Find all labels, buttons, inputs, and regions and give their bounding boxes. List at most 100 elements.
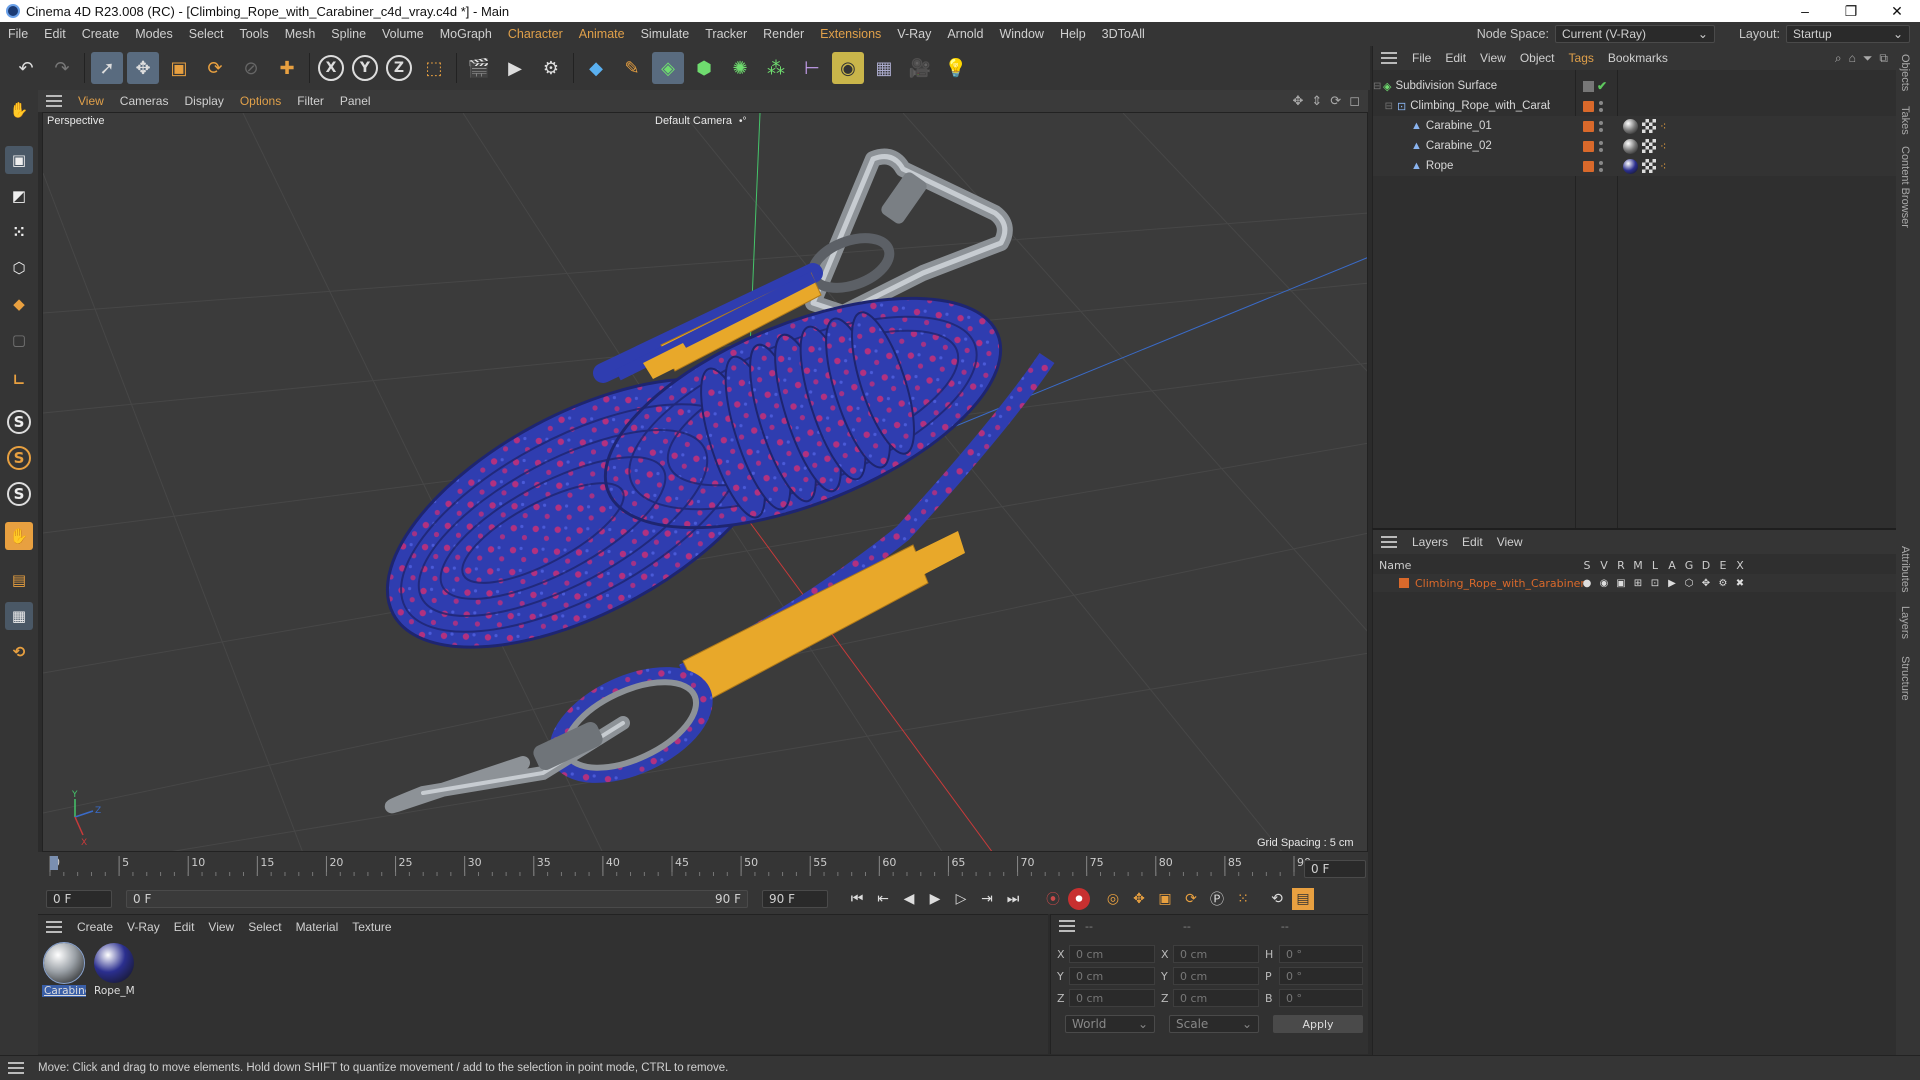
layout-select[interactable]: Startup ⌄ [1786, 25, 1910, 43]
material-tag-icon[interactable] [1623, 138, 1638, 154]
record-icon[interactable]: ⦿ [1042, 888, 1064, 910]
tree-expander-icon[interactable]: ⊟ [1373, 101, 1393, 112]
texture-tag-icon[interactable] [1642, 139, 1656, 153]
move-tool-icon[interactable]: ✥ [127, 52, 159, 84]
snap-icon[interactable]: S [7, 410, 31, 434]
layer-color-icon[interactable] [1399, 578, 1409, 588]
object-menu-object[interactable]: Object [1513, 51, 1562, 65]
new-window-icon[interactable]: ⧉ [1879, 51, 1888, 66]
quantize-icon[interactable]: S [7, 482, 31, 506]
viewport-menu-options[interactable]: Options [232, 94, 289, 108]
cube-primitive-icon[interactable]: ◆ [580, 52, 612, 84]
layer-column-a[interactable]: A [1666, 559, 1678, 572]
object-visibility[interactable] [1583, 120, 1603, 132]
object-menu-edit[interactable]: Edit [1438, 51, 1473, 65]
side-tab-attributes[interactable]: Attributes [1899, 546, 1911, 592]
lock-z-axis-icon[interactable]: Z [386, 55, 412, 81]
menu-simulate[interactable]: Simulate [633, 27, 698, 41]
dolly-icon[interactable]: ⇕ [1311, 93, 1322, 109]
side-tab-objects[interactable]: Objects [1899, 54, 1911, 91]
start-frame-field[interactable]: 0 F [46, 890, 112, 908]
enabled-check-icon[interactable]: ✔ [1597, 79, 1607, 93]
object-menu-file[interactable]: File [1405, 51, 1438, 65]
viewport-menu-filter[interactable]: Filter [289, 94, 332, 108]
viewport-menu-view[interactable]: View [70, 94, 112, 108]
menu-tools[interactable]: Tools [232, 27, 277, 41]
make-editable-icon[interactable]: ✋ [5, 96, 33, 124]
autokey-icon[interactable]: ⏺ [1068, 888, 1090, 910]
layer-column-g[interactable]: G [1683, 559, 1695, 572]
menu-3dtoall[interactable]: 3DToAll [1094, 27, 1153, 41]
coord-position-input[interactable]: 0 cm [1069, 945, 1155, 963]
field-icon[interactable]: ◉ [832, 52, 864, 84]
key-parameter-icon[interactable]: Ⓟ [1206, 888, 1228, 910]
object-row[interactable]: ⊟ ◈ Subdivision Surface ✔ [1373, 76, 1897, 96]
object-menu-bookmarks[interactable]: Bookmarks [1601, 51, 1675, 65]
scale-tool-icon[interactable]: ▣ [163, 52, 195, 84]
workplane-icon[interactable]: ∟ [5, 366, 33, 394]
menu-character[interactable]: Character [500, 27, 571, 41]
object-row[interactable]: ▲ Carabine_01 ⁖ [1373, 116, 1897, 136]
layer-menu-layers[interactable]: Layers [1405, 535, 1455, 549]
key-pla-icon[interactable]: ⁙ [1232, 888, 1254, 910]
coord-size-input[interactable]: 0 cm [1173, 989, 1259, 1007]
editor-render-dots-icon[interactable] [1599, 120, 1603, 132]
layer-column-r[interactable]: R [1615, 559, 1627, 572]
search-icon[interactable]: ⌕ [1835, 51, 1842, 66]
material-swatch[interactable]: Carabine [42, 942, 86, 997]
solo-icon[interactable]: ● [1581, 578, 1593, 589]
layer-column-d[interactable]: D [1700, 559, 1712, 572]
material-menu-create[interactable]: Create [70, 920, 120, 934]
points-mode-icon[interactable]: ⁙ [5, 218, 33, 246]
lock-y-axis-icon[interactable]: Y [352, 55, 378, 81]
menu-create[interactable]: Create [74, 27, 128, 41]
preview-range-slider[interactable]: 0 F 90 F [126, 890, 748, 908]
menu-render[interactable]: Render [755, 27, 812, 41]
layer-column-x[interactable]: X [1734, 559, 1746, 572]
deformer-icon[interactable]: ⊢ [796, 52, 828, 84]
hamburger-icon[interactable] [8, 1062, 24, 1074]
orbit-icon[interactable]: ⟳ [1330, 93, 1341, 109]
pen-spline-icon[interactable]: ✎ [616, 52, 648, 84]
viewport-menu-panel[interactable]: Panel [332, 94, 379, 108]
timeline-window-icon[interactable]: ▤ [1292, 888, 1314, 910]
layer-menu-edit[interactable]: Edit [1455, 535, 1490, 549]
tree-expander-icon[interactable]: ⊟ [1373, 81, 1381, 92]
layer-menu-view[interactable]: View [1490, 535, 1530, 549]
hamburger-icon[interactable] [1381, 536, 1397, 548]
current-frame-field[interactable]: 0 F [1304, 860, 1366, 878]
material-swatch[interactable]: Rope_M [92, 943, 136, 997]
key-rotation-icon[interactable]: ⟳ [1180, 888, 1202, 910]
menu-volume[interactable]: Volume [374, 27, 432, 41]
material-menu-material[interactable]: Material [289, 920, 346, 934]
coordinate-system-icon[interactable]: ⬚ [418, 52, 450, 84]
object-row[interactable]: ⊟ ⊡Climbing_Rope_with_Carabiner [1373, 96, 1897, 116]
texture-mode-icon[interactable]: ◩ [5, 182, 33, 210]
expressions-icon[interactable]: ⚙ [1717, 578, 1729, 589]
hamburger-icon[interactable] [46, 95, 62, 107]
menu-modes[interactable]: Modes [127, 27, 181, 41]
xref-icon[interactable]: ✖ [1734, 578, 1746, 589]
hamburger-icon[interactable] [46, 921, 62, 933]
coord-mode-select[interactable]: Scale ⌄ [1169, 1015, 1259, 1033]
editor-render-dots-icon[interactable] [1599, 160, 1603, 172]
coord-position-input[interactable]: 0 cm [1069, 967, 1155, 985]
next-key-icon[interactable]: ⇥ [976, 888, 998, 910]
timeline-ruler[interactable]: 051015202530354045505560657075808590 0 F [38, 852, 1368, 884]
render-view-icon[interactable]: 🎬 [463, 52, 495, 84]
vray-tag-icon[interactable]: ⁖ [1660, 160, 1666, 173]
array-icon[interactable]: ⁂ [760, 52, 792, 84]
keyframe-selection-icon[interactable]: ◎ [1102, 888, 1124, 910]
redo-icon[interactable]: ↷ [46, 52, 78, 84]
previous-frame-icon[interactable]: ◀ [898, 888, 920, 910]
model-mode-icon[interactable]: ▣ [5, 146, 33, 174]
home-icon[interactable]: ⌂ [1849, 51, 1856, 66]
side-tab-takes[interactable]: Takes [1899, 106, 1911, 135]
editor-render-dots-icon[interactable] [1599, 100, 1603, 112]
render-settings-icon[interactable]: ⚙ [535, 52, 567, 84]
key-position-icon[interactable]: ✥ [1128, 888, 1150, 910]
subdivision-surface-icon[interactable]: ◈ [652, 52, 684, 84]
snap-settings-icon[interactable]: S [7, 446, 31, 470]
go-to-end-icon[interactable]: ⏭ [1002, 888, 1024, 910]
pan-icon[interactable]: ✥ [1292, 93, 1303, 109]
